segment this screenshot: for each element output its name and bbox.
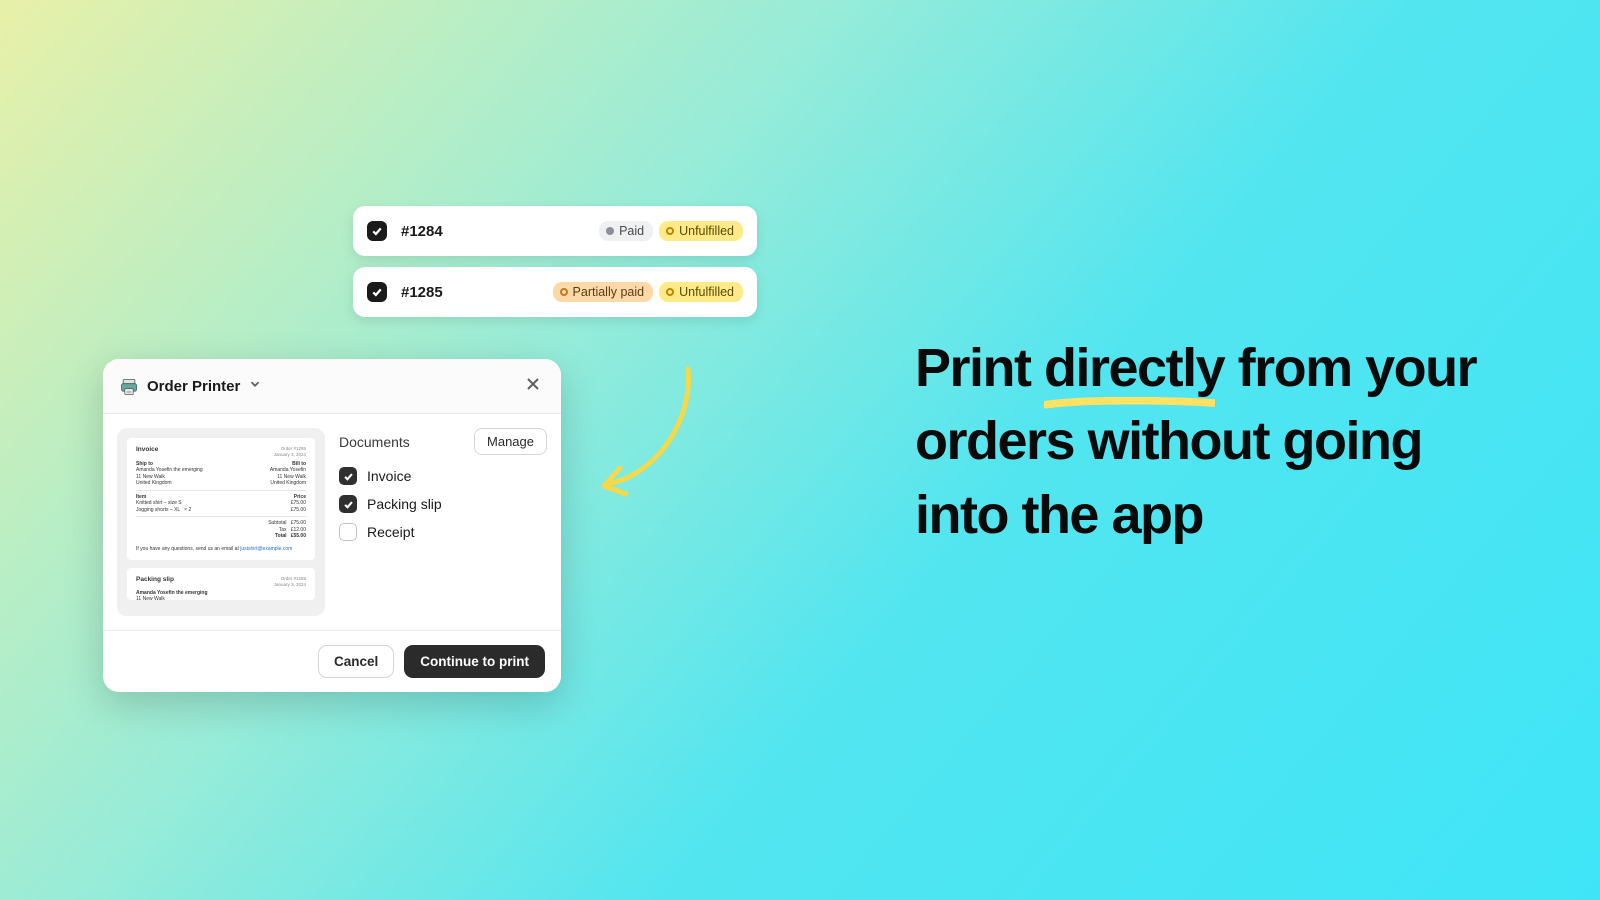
order-badges: Paid Unfulfilled — [599, 221, 743, 241]
payment-label: Partially paid — [573, 285, 645, 299]
preview-packing-slip: Packing slip Order #1285January 3, 2024 … — [127, 568, 315, 600]
marketing-headline: Print directly from your orders without … — [915, 332, 1495, 552]
order-row[interactable]: #1284 Paid Unfulfilled — [353, 206, 757, 256]
document-list: Documents Manage Invoice Packing slip Re… — [339, 428, 547, 616]
modal-body: Invoice Order #1285January 3, 2024 Ship … — [103, 414, 561, 630]
status-ring-icon — [666, 227, 674, 235]
order-badges: Partially paid Unfulfilled — [553, 282, 743, 302]
preview-packing-title: Packing slip — [136, 576, 274, 586]
checkbox-icon[interactable] — [339, 467, 357, 485]
modal-header: Order Printer — [103, 359, 561, 414]
status-dot-icon — [606, 227, 614, 235]
fulfillment-label: Unfulfilled — [679, 285, 734, 299]
document-preview: Invoice Order #1285January 3, 2024 Ship … — [117, 428, 325, 616]
document-option-invoice[interactable]: Invoice — [339, 467, 547, 485]
continue-button[interactable]: Continue to print — [404, 645, 545, 678]
order-checkbox[interactable] — [367, 282, 387, 302]
order-id: #1285 — [401, 284, 443, 301]
order-id: #1284 — [401, 223, 443, 240]
checkbox-icon[interactable] — [339, 523, 357, 541]
document-option-packing-slip[interactable]: Packing slip — [339, 495, 547, 513]
modal-footer: Cancel Continue to print — [103, 630, 561, 692]
underline-icon — [1044, 397, 1215, 409]
fulfillment-badge: Unfulfilled — [659, 221, 743, 241]
payment-badge: Partially paid — [553, 282, 654, 302]
arrow-icon — [588, 364, 708, 514]
preview-invoice: Invoice Order #1285January 3, 2024 Ship … — [127, 438, 315, 560]
payment-badge: Paid — [599, 221, 653, 241]
order-printer-modal: Order Printer Invoice Order #1285January… — [103, 359, 561, 692]
status-ring-icon — [560, 288, 568, 296]
manage-button[interactable]: Manage — [474, 428, 547, 455]
document-label: Packing slip — [367, 496, 442, 512]
document-option-receipt[interactable]: Receipt — [339, 523, 547, 541]
order-checkbox[interactable] — [367, 221, 387, 241]
chevron-down-icon[interactable] — [248, 377, 262, 396]
headline-highlight: directly — [1044, 338, 1224, 398]
document-label: Receipt — [367, 524, 414, 540]
modal-title: Order Printer — [147, 378, 240, 395]
fulfillment-label: Unfulfilled — [679, 224, 734, 238]
preview-invoice-title: Invoice — [136, 446, 274, 456]
documents-heading: Documents — [339, 434, 410, 450]
status-ring-icon — [666, 288, 674, 296]
order-row[interactable]: #1285 Partially paid Unfulfilled — [353, 267, 757, 317]
document-label: Invoice — [367, 468, 411, 484]
payment-label: Paid — [619, 224, 644, 238]
headline-pre: Print — [915, 338, 1044, 398]
cancel-button[interactable]: Cancel — [318, 645, 394, 678]
fulfillment-badge: Unfulfilled — [659, 282, 743, 302]
printer-app-icon — [119, 377, 139, 397]
close-button[interactable] — [521, 372, 545, 401]
checkbox-icon[interactable] — [339, 495, 357, 513]
